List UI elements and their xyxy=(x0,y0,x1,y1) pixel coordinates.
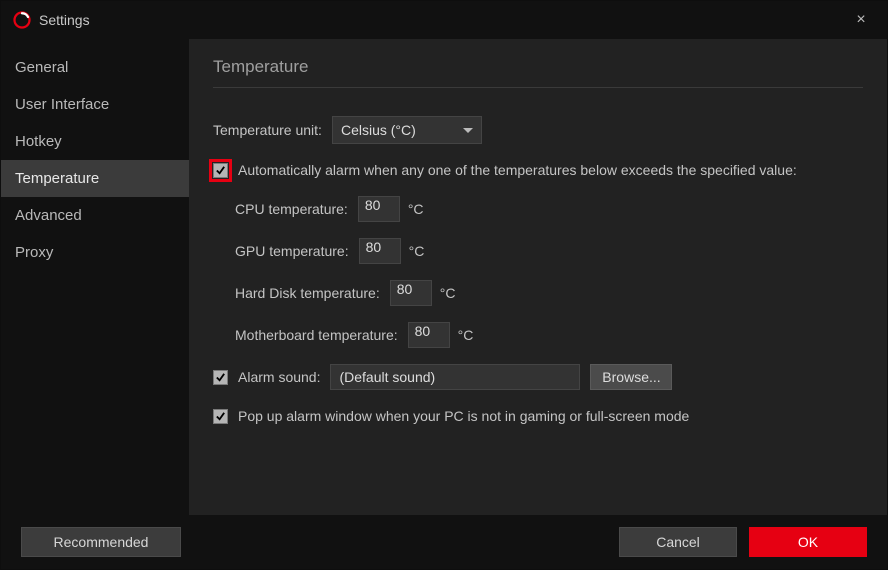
hdd-temp-unit: °C xyxy=(440,285,456,301)
close-icon[interactable]: × xyxy=(847,6,875,34)
auto-alarm-label: Automatically alarm when any one of the … xyxy=(238,162,797,178)
mb-temp-row: Motherboard temperature: 80 °C xyxy=(235,322,863,348)
sidebar-item-label: General xyxy=(15,59,68,76)
chevron-down-icon xyxy=(463,128,473,133)
sidebar-item-label: Proxy xyxy=(15,244,53,261)
sidebar-item-label: User Interface xyxy=(15,96,109,113)
sidebar-item-advanced[interactable]: Advanced xyxy=(1,197,189,234)
gpu-temp-row: GPU temperature: 80 °C xyxy=(235,238,863,264)
popup-checkbox[interactable] xyxy=(213,409,228,424)
titlebar: Settings × xyxy=(1,1,887,39)
auto-alarm-row: Automatically alarm when any one of the … xyxy=(213,162,863,178)
sidebar-item-hotkey[interactable]: Hotkey xyxy=(1,123,189,160)
temperature-unit-row: Temperature unit: Celsius (°C) xyxy=(213,116,863,144)
mb-temp-label: Motherboard temperature: xyxy=(235,327,398,343)
hdd-temp-label: Hard Disk temperature: xyxy=(235,285,380,301)
mb-temp-unit: °C xyxy=(458,327,474,343)
gpu-temp-unit: °C xyxy=(409,243,425,259)
cpu-temp-row: CPU temperature: 80 °C xyxy=(235,196,863,222)
popup-row: Pop up alarm window when your PC is not … xyxy=(213,408,863,424)
browse-button[interactable]: Browse... xyxy=(590,364,672,390)
gpu-temp-label: GPU temperature: xyxy=(235,243,349,259)
hdd-temp-row: Hard Disk temperature: 80 °C xyxy=(235,280,863,306)
cpu-temp-input[interactable]: 80 xyxy=(358,196,400,222)
alarm-sound-row: Alarm sound: (Default sound) Browse... xyxy=(213,364,863,390)
mb-temp-input[interactable]: 80 xyxy=(408,322,450,348)
sidebar-item-temperature[interactable]: Temperature xyxy=(1,160,189,197)
temperature-unit-value: Celsius (°C) xyxy=(341,122,416,138)
alarm-sound-checkbox[interactable] xyxy=(213,370,228,385)
sidebar-item-user-interface[interactable]: User Interface xyxy=(1,86,189,123)
window-title: Settings xyxy=(39,12,90,28)
sidebar-item-label: Temperature xyxy=(15,170,99,187)
recommended-button[interactable]: Recommended xyxy=(21,527,181,557)
sidebar-item-label: Hotkey xyxy=(15,133,62,150)
sidebar-item-proxy[interactable]: Proxy xyxy=(1,234,189,271)
page-title: Temperature xyxy=(213,57,863,88)
temperature-unit-label: Temperature unit: xyxy=(213,122,322,138)
app-logo-icon xyxy=(13,11,31,29)
hdd-temp-input[interactable]: 80 xyxy=(390,280,432,306)
sidebar-item-label: Advanced xyxy=(15,207,82,224)
ok-button[interactable]: OK xyxy=(749,527,867,557)
popup-label: Pop up alarm window when your PC is not … xyxy=(238,408,689,424)
alarm-sound-label: Alarm sound: xyxy=(238,369,320,385)
cpu-temp-label: CPU temperature: xyxy=(235,201,348,217)
alarm-sound-input[interactable]: (Default sound) xyxy=(330,364,580,390)
main-pane: Temperature Temperature unit: Celsius (°… xyxy=(189,39,887,515)
temperature-fields: CPU temperature: 80 °C GPU temperature: … xyxy=(235,196,863,348)
gpu-temp-input[interactable]: 80 xyxy=(359,238,401,264)
cpu-temp-unit: °C xyxy=(408,201,424,217)
footer: Recommended Cancel OK xyxy=(1,515,887,569)
settings-window: Settings × General User Interface Hotkey… xyxy=(0,0,888,570)
temperature-unit-select[interactable]: Celsius (°C) xyxy=(332,116,482,144)
sidebar: General User Interface Hotkey Temperatur… xyxy=(1,39,189,515)
auto-alarm-checkbox[interactable] xyxy=(213,163,228,178)
sidebar-item-general[interactable]: General xyxy=(1,49,189,86)
cancel-button[interactable]: Cancel xyxy=(619,527,737,557)
alarm-sound-value: (Default sound) xyxy=(339,369,435,385)
